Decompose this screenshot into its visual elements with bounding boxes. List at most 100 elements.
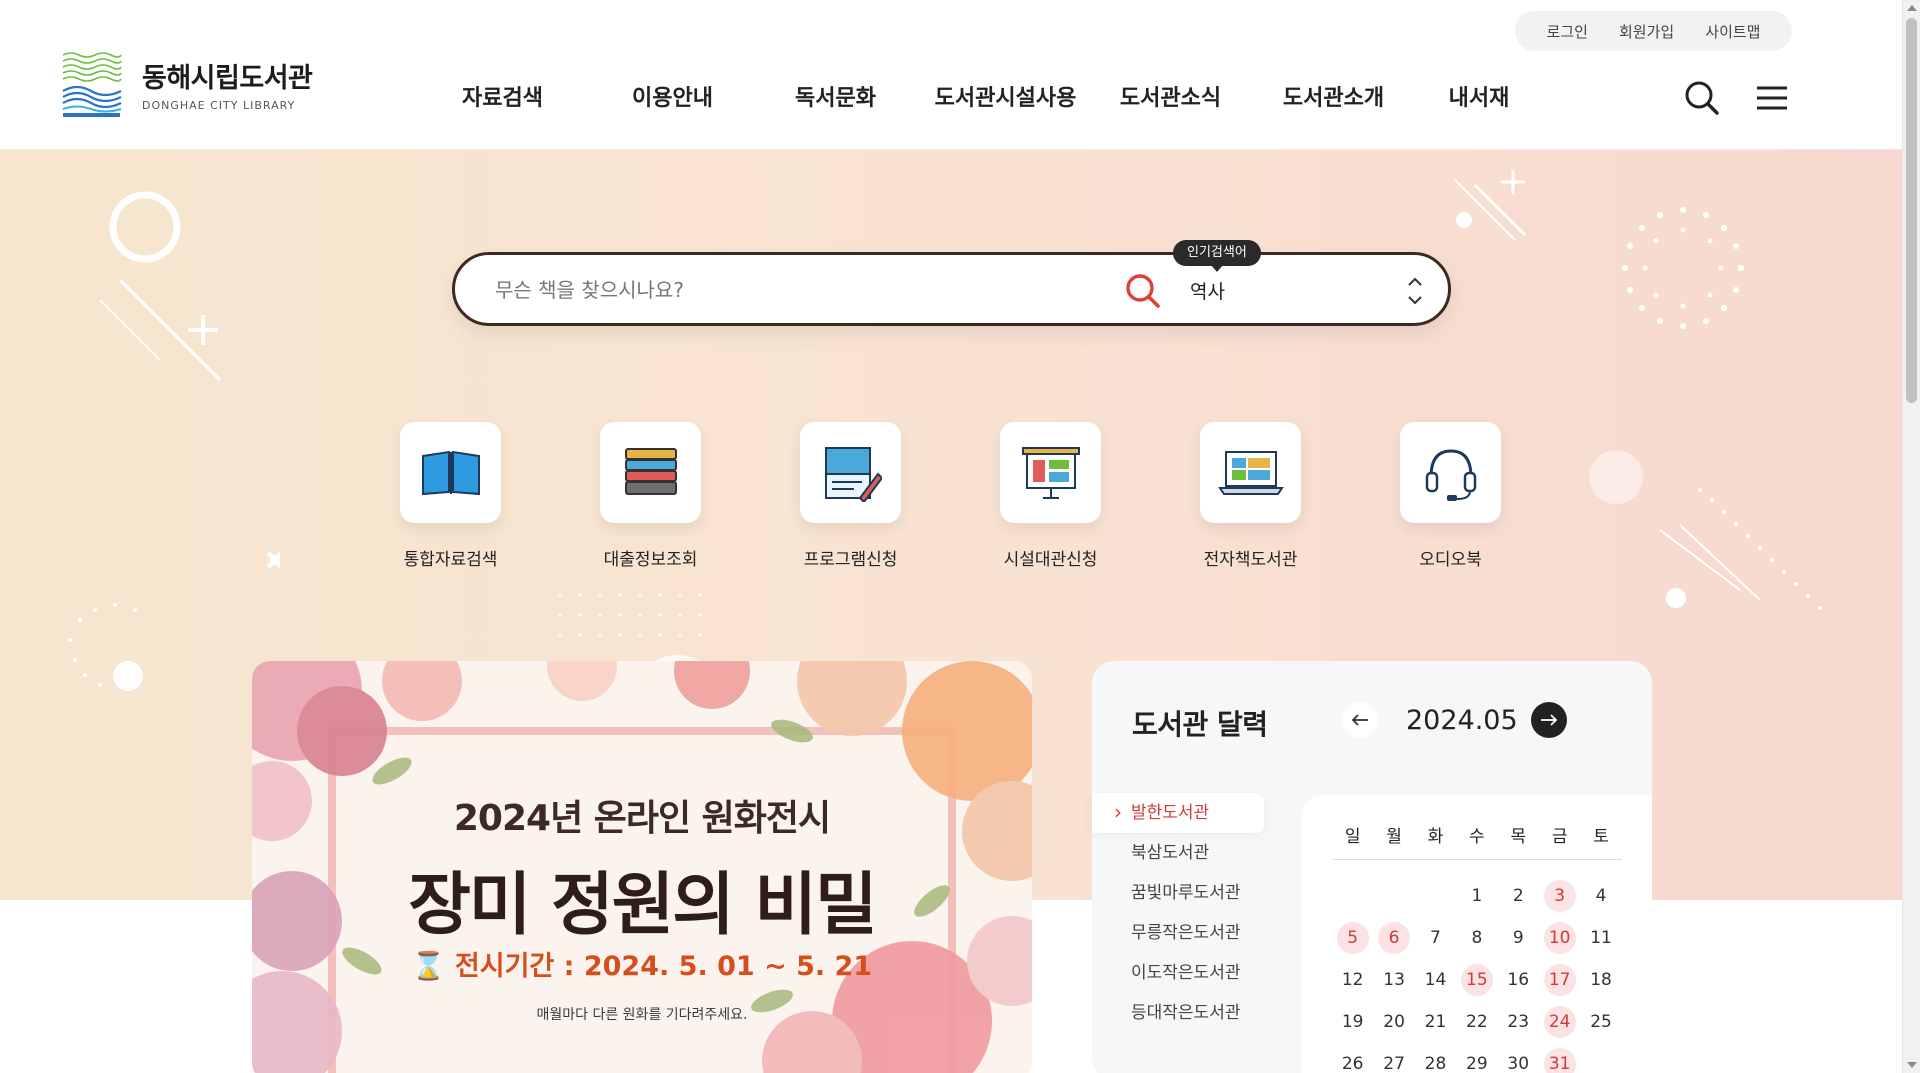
library-tab-ido[interactable]: 이도작은도서관	[1092, 953, 1264, 993]
library-tab-kkumbitmaru[interactable]: 꿈빛마루도서관	[1092, 873, 1264, 913]
calendar-empty-day	[1332, 880, 1373, 912]
nav-item-facility[interactable]: 도서관시설사용	[918, 80, 1093, 112]
nav-item-search[interactable]: 자료검색	[435, 80, 570, 112]
calendar-day[interactable]: 17	[1539, 964, 1580, 996]
quick-link-label: 오디오북	[1419, 550, 1482, 570]
calendar-day-number: 18	[1590, 970, 1612, 990]
library-tab-deungdae[interactable]: 등대작은도서관	[1092, 993, 1264, 1033]
calendar-day[interactable]: 12	[1332, 964, 1373, 996]
nav-item-guide[interactable]: 이용안내	[605, 80, 740, 112]
presentation-board-icon	[1021, 446, 1080, 499]
open-book-icon	[421, 450, 480, 495]
calendar-day[interactable]: 15	[1456, 964, 1497, 996]
login-link[interactable]: 로그인	[1547, 21, 1588, 42]
calendar-day-number: 8	[1471, 928, 1483, 948]
quick-link-item[interactable]: 대출정보조회	[600, 422, 701, 570]
calendar-day[interactable]: 5	[1332, 922, 1373, 954]
calendar-day[interactable]: 25	[1580, 1006, 1621, 1038]
decorative-dots-left	[68, 603, 143, 691]
banner-subtitle: 2024년 온라인 원화전시	[453, 798, 831, 839]
calendar-day-number: 20	[1383, 1012, 1405, 1032]
calendar-day[interactable]: 30	[1498, 1048, 1539, 1073]
nav-item-news[interactable]: 도서관소식	[1103, 80, 1238, 112]
search-icon[interactable]	[1684, 80, 1720, 116]
weekday-label: 금	[1551, 827, 1568, 847]
calendar-day[interactable]: 8	[1456, 922, 1497, 954]
popular-keyword[interactable]: 역사	[1190, 277, 1225, 304]
calendar-day[interactable]: 6	[1373, 922, 1414, 954]
search-input[interactable]	[495, 273, 1115, 307]
sitemap-link[interactable]: 사이트맵	[1705, 21, 1760, 42]
calendar-day[interactable]: 10	[1539, 922, 1580, 954]
calendar-day[interactable]: 22	[1456, 1006, 1497, 1038]
library-tab-buksam[interactable]: 북삼도서관	[1092, 833, 1264, 873]
search-submit-icon[interactable]	[1123, 271, 1163, 311]
calendar-empty-day	[1580, 1048, 1621, 1073]
library-tab-balhan[interactable]: 발한도서관	[1092, 792, 1264, 833]
page-scrollbar[interactable]	[1902, 0, 1920, 1073]
calendar-day[interactable]: 23	[1498, 1006, 1539, 1038]
scroll-down-arrow-icon[interactable]	[1907, 1062, 1917, 1068]
calendar-day[interactable]: 26	[1332, 1048, 1373, 1073]
calendar-week-row: 5 6 7 8 9 10 11	[1332, 917, 1622, 959]
hamburger-menu-icon[interactable]	[1754, 80, 1790, 116]
arrow-right-icon	[1541, 714, 1558, 726]
quick-links: 통합자료검색 대출정보조회 프로그램신청 시설대관신청 전자책도서관 오디오북	[400, 422, 1501, 570]
calendar-day[interactable]: 27	[1373, 1048, 1414, 1073]
logo-subtitle: DONGHAE CITY LIBRARY	[142, 99, 296, 112]
calendar-day[interactable]: 14	[1415, 964, 1456, 996]
calendar-day[interactable]: 31	[1539, 1048, 1580, 1073]
popular-keyword-arrows[interactable]	[1405, 271, 1425, 311]
quick-link-label: 전자책도서관	[1203, 550, 1298, 570]
calendar-day[interactable]: 28	[1415, 1048, 1456, 1073]
calendar-day-number: 29	[1466, 1054, 1488, 1073]
site-logo[interactable]: 동해시립도서관 DONGHAE CITY LIBRARY	[61, 49, 313, 119]
next-month-button[interactable]	[1531, 702, 1567, 738]
calendar-day[interactable]: 3	[1539, 880, 1580, 912]
calendar-day[interactable]: 21	[1415, 1006, 1456, 1038]
calendar-day-number: 28	[1424, 1054, 1447, 1073]
quick-link-label: 시설대관신청	[1003, 550, 1098, 570]
calendar-day[interactable]: 18	[1580, 964, 1621, 996]
library-logo-icon	[61, 49, 122, 119]
scrollbar-thumb[interactable]	[1906, 18, 1917, 403]
calendar-day[interactable]: 24	[1539, 1006, 1580, 1038]
calendar-day[interactable]: 19	[1332, 1006, 1373, 1038]
nav-item-mylibrary[interactable]: 내서재	[1419, 80, 1539, 112]
calendar-day[interactable]: 11	[1580, 922, 1621, 954]
quick-link-item[interactable]: 프로그램신청	[800, 422, 901, 570]
library-tab-mureung[interactable]: 무릉작은도서관	[1092, 913, 1264, 953]
quick-link-item[interactable]: 전자책도서관	[1200, 422, 1301, 570]
calendar-week-row: 12 13 14 15 16 17 18	[1332, 959, 1622, 1001]
quick-link-item[interactable]: 시설대관신청	[1000, 422, 1101, 570]
quick-link-label: 통합자료검색	[403, 550, 498, 570]
signup-link[interactable]: 회원가입	[1619, 21, 1674, 42]
quick-link-label: 대출정보조회	[603, 550, 698, 570]
calendar-day-number: 3	[1543, 880, 1576, 912]
calendar-day[interactable]: 9	[1498, 922, 1539, 954]
search-bar: 인기검색어 역사	[452, 240, 1451, 326]
prev-month-button[interactable]	[1342, 702, 1378, 738]
scroll-up-arrow-icon[interactable]	[1907, 5, 1917, 11]
nav-item-reading[interactable]: 독서문화	[768, 80, 903, 112]
calendar-day-number	[1337, 880, 1369, 912]
calendar-day[interactable]: 4	[1580, 880, 1621, 912]
calendar-day-number: 1	[1471, 886, 1483, 906]
calendar-day-number: 15	[1460, 964, 1493, 996]
quick-link-item[interactable]: 통합자료검색	[400, 422, 501, 570]
chevron-down-icon	[1408, 296, 1422, 305]
calendar-day[interactable]: 20	[1373, 1006, 1414, 1038]
calendar-day-number: 13	[1383, 970, 1405, 990]
calendar-empty-day	[1373, 880, 1414, 912]
calendar-day[interactable]: 2	[1498, 880, 1539, 912]
nav-item-about[interactable]: 도서관소개	[1266, 80, 1401, 112]
calendar-day-number: 27	[1383, 1054, 1405, 1073]
calendar-day[interactable]: 29	[1456, 1048, 1497, 1073]
calendar-day[interactable]: 1	[1456, 880, 1497, 912]
calendar-day[interactable]: 16	[1498, 964, 1539, 996]
calendar-day[interactable]: 13	[1373, 964, 1414, 996]
calendar-empty-day	[1415, 880, 1456, 912]
quick-link-item[interactable]: 오디오북	[1400, 422, 1501, 570]
calendar-day[interactable]: 7	[1415, 922, 1456, 954]
exhibition-banner[interactable]: 2024년 온라인 원화전시 장미 정원의 비밀 ⌛ 전시기간 : 2024. …	[252, 661, 1032, 1073]
